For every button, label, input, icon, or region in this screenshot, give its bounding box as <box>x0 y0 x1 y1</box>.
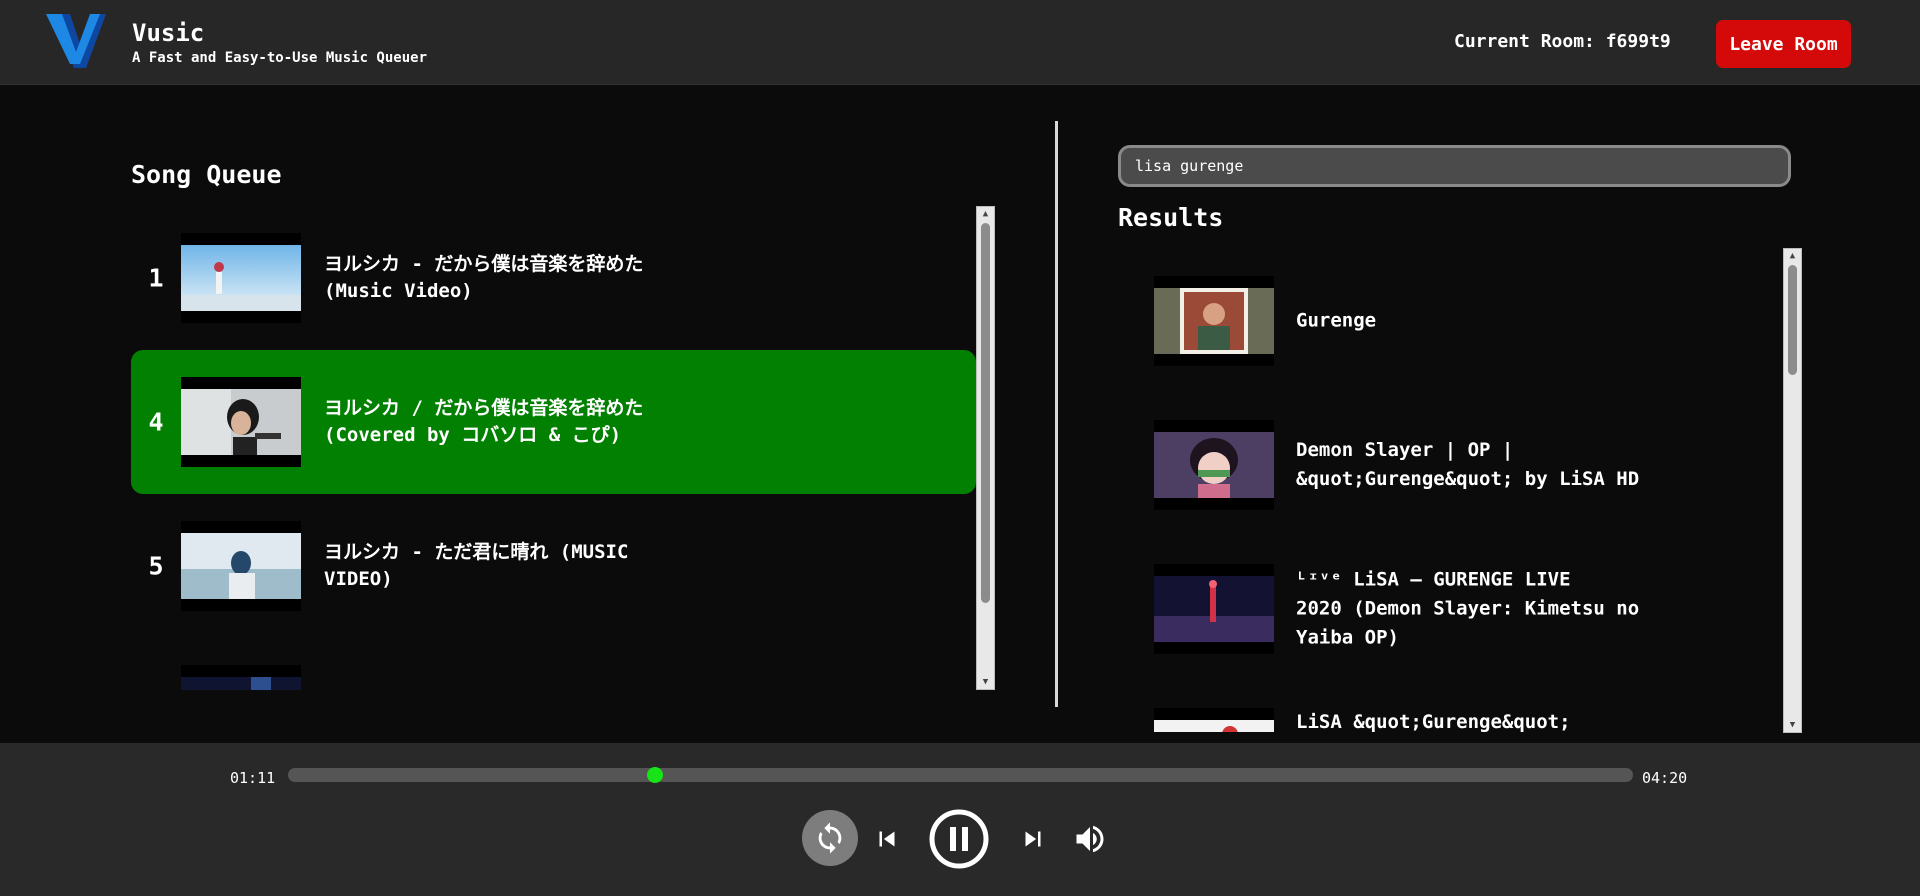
result-title: Gurenge <box>1296 309 1377 332</box>
queue-item-number: 5 <box>148 551 164 581</box>
next-track-button[interactable] <box>1016 823 1050 855</box>
queue-item-thumbnail <box>181 233 301 323</box>
queue-item-active[interactable]: 4 ヨルシカ / だから僕は音楽を辞めた (Covered by コバソロ & … <box>131 350 976 494</box>
app-header: Vusic A Fast and Easy-to-Use Music Queue… <box>0 0 1920 85</box>
result-item[interactable]: ᴸᶦᵛᵉ LiSA – GURENGE LIVE 2020 (Demon Sla… <box>1154 564 1774 654</box>
result-thumbnail <box>1154 708 1274 732</box>
queue-item-title: ヨルシカ - ただ君に晴れ (MUSIC VIDEO) <box>324 541 629 590</box>
song-queue-list[interactable]: 1 ヨルシカ - だから僕は音楽を辞めた (Music Video) 4 ヨルシ… <box>131 206 976 690</box>
queue-item[interactable] <box>131 638 976 690</box>
previous-track-button[interactable] <box>870 823 904 855</box>
skip-next-icon <box>1025 831 1041 847</box>
repeat-button[interactable] <box>802 810 858 866</box>
app-title: Vusic <box>132 19 205 47</box>
leave-room-button[interactable]: Leave Room <box>1716 20 1851 68</box>
scroll-down-icon[interactable]: ▼ <box>977 675 994 689</box>
current-room-label: Current Room: f699t9 <box>1454 31 1671 52</box>
result-item[interactable]: Demon Slayer | OP | &quot;Gurenge&quot; … <box>1154 420 1774 510</box>
app-subtitle: A Fast and Easy-to-Use Music Queuer <box>132 50 428 66</box>
result-title: ᴸᶦᵛᵉ LiSA – GURENGE LIVE 2020 (Demon Sla… <box>1296 568 1640 649</box>
song-queue-heading: Song Queue <box>131 160 282 189</box>
result-thumbnail <box>1154 564 1274 654</box>
pause-icon <box>929 809 989 869</box>
current-time: 01:11 <box>230 769 276 787</box>
results-heading: Results <box>1118 203 1224 232</box>
scroll-down-icon[interactable]: ▼ <box>1784 718 1801 732</box>
progress-knob[interactable] <box>647 767 663 783</box>
search-results-list[interactable]: Gurenge Demon Slayer | OP | &quot;Gureng… <box>1118 250 1783 732</box>
scroll-up-icon[interactable]: ▲ <box>977 207 994 221</box>
queue-item-thumbnail <box>181 377 301 467</box>
repeat-icon <box>818 822 842 854</box>
queue-item[interactable]: 1 ヨルシカ - だから僕は音楽を辞めた (Music Video) <box>131 206 976 350</box>
player-bar: 01:11 04:20 <box>0 743 1920 896</box>
queue-item-number: 4 <box>148 407 164 437</box>
play-pause-button[interactable] <box>929 809 989 869</box>
progress-track[interactable] <box>288 767 1633 783</box>
queue-item-number: 1 <box>148 263 164 293</box>
result-title: Demon Slayer | OP | &quot;Gurenge&quot; … <box>1296 439 1640 490</box>
scroll-up-icon[interactable]: ▲ <box>1784 249 1801 263</box>
search-input[interactable] <box>1118 145 1791 187</box>
result-thumbnail <box>1154 276 1274 366</box>
queue-scrollbar-thumb[interactable] <box>981 223 990 603</box>
results-scrollbar-thumb[interactable] <box>1788 265 1797 375</box>
result-item[interactable]: Gurenge <box>1154 276 1774 366</box>
total-time: 04:20 <box>1642 769 1688 787</box>
queue-item-thumbnail <box>181 521 301 611</box>
results-scrollbar[interactable]: ▲ ▼ <box>1783 248 1802 733</box>
queue-item-title: ヨルシカ / だから僕は音楽を辞めた (Covered by コバソロ & こぴ… <box>324 397 644 446</box>
volume-icon <box>1076 825 1104 853</box>
queue-item[interactable]: 5 ヨルシカ - ただ君に晴れ (MUSIC VIDEO) <box>131 494 976 638</box>
skip-previous-icon <box>879 831 895 847</box>
result-title: LiSA &quot;Gurenge&quot; <box>1296 711 1571 732</box>
result-item[interactable]: LiSA &quot;Gurenge&quot; <box>1154 708 1774 732</box>
vusic-logo-icon[interactable] <box>44 12 108 70</box>
volume-button[interactable] <box>1070 821 1110 857</box>
queue-item-title: ヨルシカ - だから僕は音楽を辞めた (Music Video) <box>324 253 644 302</box>
queue-item-thumbnail <box>181 665 301 690</box>
panel-divider <box>1055 121 1058 707</box>
result-thumbnail <box>1154 420 1274 510</box>
queue-scrollbar[interactable]: ▲ ▼ <box>976 206 995 690</box>
